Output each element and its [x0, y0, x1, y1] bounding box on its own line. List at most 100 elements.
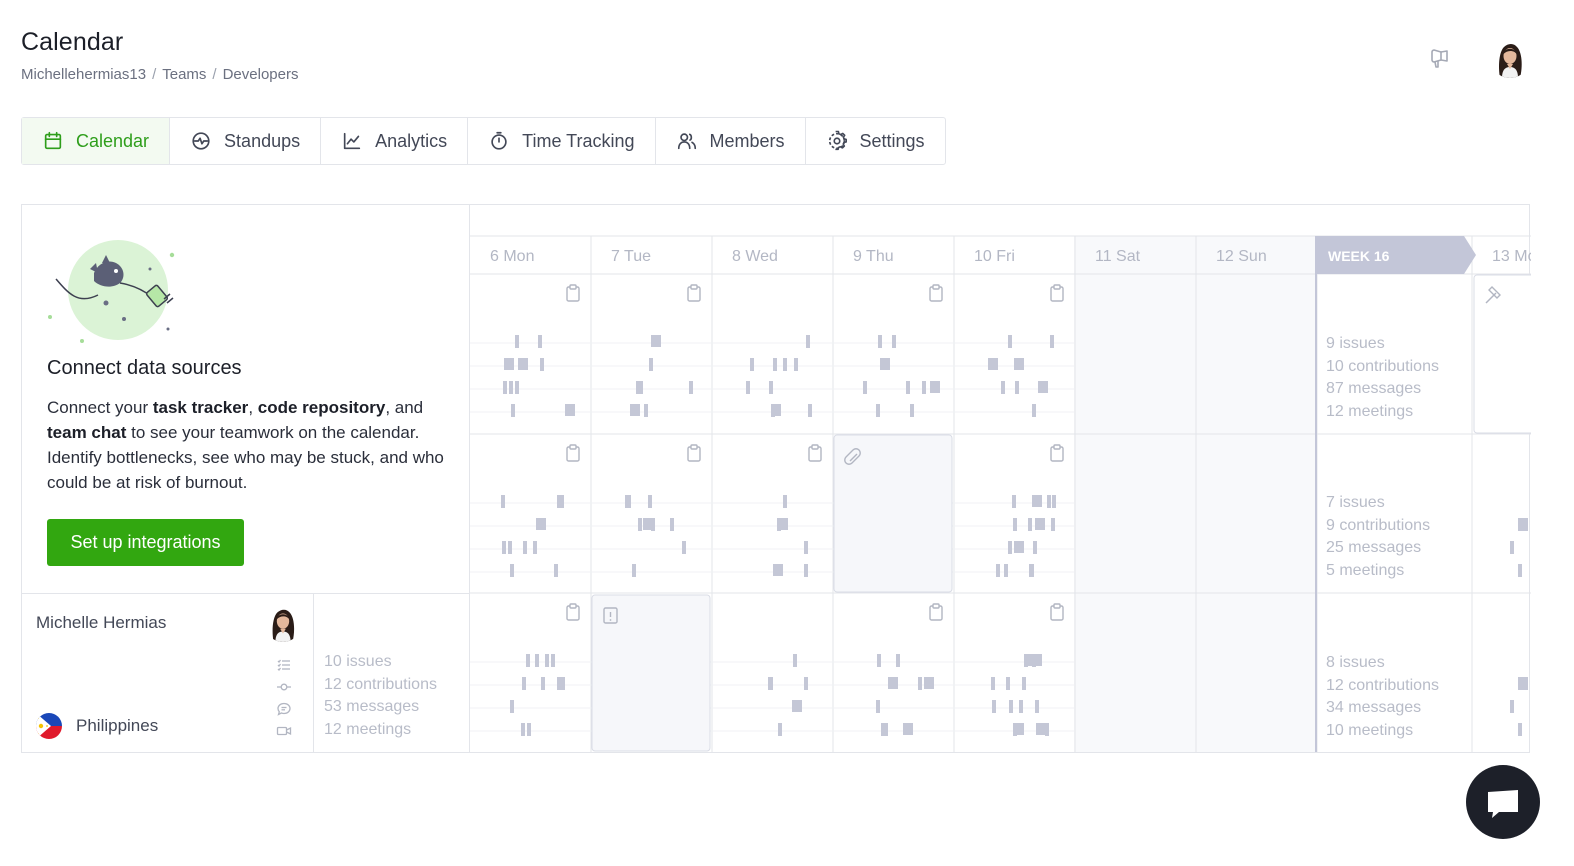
- week-issues: 8 issues: [1326, 654, 1385, 671]
- task-tracker-emphasis: task tracker: [152, 398, 249, 417]
- activity-bar: [746, 381, 750, 394]
- day-header-mon[interactable]: 6 Mon: [490, 248, 534, 265]
- activity-bar: [648, 495, 652, 508]
- week-meetings: 12 meetings: [1326, 402, 1414, 420]
- user-avatar[interactable]: [1490, 38, 1530, 78]
- activity-bar: [991, 677, 995, 690]
- week-contributions: 10 contributions: [1326, 357, 1439, 375]
- day-header-thu[interactable]: 9 Thu: [853, 248, 894, 265]
- activity-bar: [903, 723, 913, 735]
- activity-bar: [750, 358, 754, 371]
- tab-bar: Calendar Standups Analytics Time Trackin…: [21, 117, 946, 165]
- day-header-fri[interactable]: 10 Fri: [974, 248, 1015, 265]
- activity-bar: [804, 564, 808, 577]
- cell-highlight[interactable]: [1473, 274, 1531, 434]
- activity-bar: [773, 564, 783, 576]
- clipboard-icon[interactable]: [566, 284, 580, 302]
- member-meetings: 12 meetings: [324, 720, 412, 738]
- activity-bar: [627, 495, 631, 508]
- tab-analytics[interactable]: Analytics: [321, 118, 469, 164]
- activity-bar: [992, 700, 996, 713]
- tab-standups[interactable]: Standups: [170, 118, 322, 164]
- analytics-icon: [343, 132, 361, 150]
- activity-bar: [771, 404, 781, 416]
- activity-bar: [557, 677, 561, 690]
- activity-bar: [523, 541, 527, 554]
- activity-bar: [557, 495, 561, 508]
- chat-bubble-icon: [1488, 790, 1518, 818]
- member-country: Philippines: [76, 716, 159, 735]
- activity-bar: [521, 723, 525, 736]
- activity-bar: [1024, 654, 1028, 667]
- day-header-tue[interactable]: 7 Tue: [611, 248, 651, 265]
- tab-calendar[interactable]: Calendar: [22, 118, 171, 164]
- activity-bar: [996, 564, 1000, 577]
- clipboard-icon[interactable]: [1050, 603, 1064, 621]
- clipboard-icon[interactable]: [1050, 284, 1064, 302]
- activity-bar: [501, 495, 505, 508]
- activity-bar: [682, 541, 686, 554]
- tab-time-tracking[interactable]: Time Tracking: [468, 118, 656, 164]
- cell-highlight[interactable]: [591, 594, 711, 752]
- clipboard-icon[interactable]: [808, 444, 822, 462]
- activity-bar: [1047, 495, 1051, 508]
- week-label: WEEK 16: [1328, 248, 1390, 264]
- chat-button[interactable]: [1466, 765, 1540, 839]
- tab-settings[interactable]: Settings: [806, 118, 945, 164]
- clipboard-icon[interactable]: [687, 284, 701, 302]
- activity-bar: [1032, 495, 1042, 507]
- activity-bar: [545, 654, 549, 667]
- activity-bar: [1510, 700, 1514, 713]
- activity-bar: [1035, 518, 1045, 530]
- breadcrumb-user[interactable]: Michellehermias13: [21, 66, 146, 83]
- clipboard-icon[interactable]: [929, 603, 943, 621]
- activity-bar: [806, 335, 810, 348]
- day-header-sat[interactable]: 11 Sat: [1095, 248, 1141, 265]
- activity-bar: [918, 677, 922, 690]
- tab-label: Members: [709, 130, 785, 151]
- day-header-wed[interactable]: 8 Wed: [732, 248, 778, 265]
- member-stat-icons: [276, 657, 292, 739]
- activity-bar: [884, 723, 888, 736]
- breadcrumb-team[interactable]: Developers: [223, 66, 299, 83]
- week-messages: 34 messages: [1326, 699, 1422, 716]
- day-header-sun[interactable]: 12 Sun: [1216, 248, 1267, 265]
- activity-bar: [1009, 700, 1013, 713]
- activity-bar: [876, 700, 880, 713]
- tab-label: Settings: [859, 130, 925, 151]
- activity-bar: [863, 381, 867, 394]
- activity-bar: [509, 381, 513, 394]
- activity-bar: [630, 404, 640, 416]
- day-header-next[interactable]: 13 Mon: [1492, 248, 1531, 265]
- member-avatar[interactable]: [264, 604, 302, 642]
- activity-bar: [632, 564, 636, 577]
- activity-bar: [538, 335, 542, 348]
- activity-bar: [1008, 541, 1012, 554]
- activity-bar: [510, 564, 514, 577]
- activity-bar: [689, 381, 693, 394]
- activity-bar: [988, 358, 998, 370]
- tab-members[interactable]: Members: [656, 118, 806, 164]
- clipboard-icon[interactable]: [566, 444, 580, 462]
- week-summary: 8 issues 12 contributions 34 messages 10…: [1326, 652, 1439, 742]
- activity-bar: [804, 541, 808, 554]
- clipboard-icon[interactable]: [1050, 444, 1064, 462]
- clipboard-icon[interactable]: [566, 603, 580, 621]
- activity-bar: [1008, 335, 1012, 348]
- clipboard-icon[interactable]: [687, 444, 701, 462]
- calendar-card: Connect data sources Connect your task t…: [21, 204, 1531, 753]
- activity-bar: [1510, 541, 1514, 554]
- announcement-icon[interactable]: [1428, 46, 1452, 70]
- clipboard-icon[interactable]: [929, 284, 943, 302]
- activity-bar: [876, 404, 880, 417]
- breadcrumb-teams[interactable]: Teams: [162, 66, 206, 83]
- week-meetings: 10 meetings: [1326, 721, 1414, 739]
- member-name[interactable]: Michelle Hermias: [36, 613, 166, 633]
- setup-integrations-button[interactable]: Set up integrations: [47, 519, 244, 566]
- activity-bar: [644, 404, 648, 417]
- activity-bar: [1033, 541, 1037, 554]
- gear-icon: [828, 130, 847, 151]
- week-messages: 25 messages: [1326, 539, 1422, 556]
- standup-icon: [192, 132, 210, 150]
- week-meetings: 5 meetings: [1326, 561, 1405, 579]
